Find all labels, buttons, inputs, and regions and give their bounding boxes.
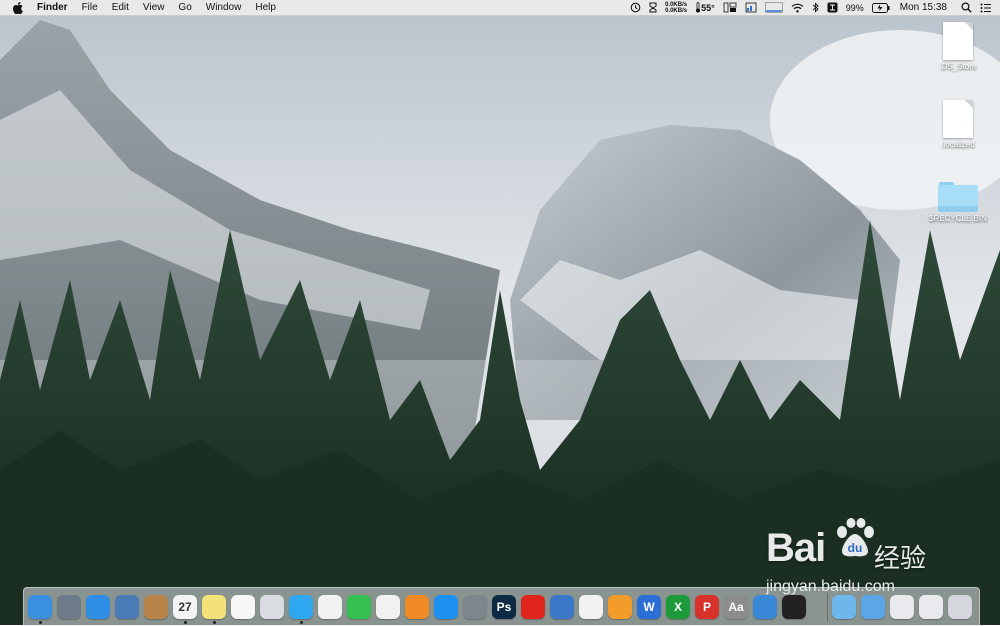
battery-percent[interactable]: 99%: [846, 0, 864, 15]
input-source-icon[interactable]: [827, 0, 838, 15]
contacts-icon[interactable]: [144, 595, 168, 619]
launchpad-icon[interactable]: [57, 595, 81, 619]
photo-booth-icon[interactable]: [260, 595, 284, 619]
ibooks-icon[interactable]: [405, 595, 429, 619]
baidu-paw-icon: du: [837, 518, 874, 557]
notes-icon[interactable]: [202, 595, 226, 619]
watermark-brand: Bai: [766, 526, 826, 570]
itunes-icon[interactable]: [376, 595, 400, 619]
dock-icon-glyph: W: [643, 600, 655, 614]
app-store-icon[interactable]: [434, 595, 458, 619]
photoshop-icon[interactable]: Ps: [492, 595, 516, 619]
menu-go[interactable]: Go: [171, 0, 198, 15]
disk-utility-icon[interactable]: [753, 595, 777, 619]
watermark-brand-suffix: 经验: [874, 543, 927, 573]
pages-icon[interactable]: [608, 595, 632, 619]
qq-icon[interactable]: [782, 595, 806, 619]
menu-clock[interactable]: Mon 15:38: [900, 0, 947, 15]
notification-center-icon[interactable]: [980, 0, 992, 15]
reminders-icon[interactable]: [231, 595, 255, 619]
running-indicator: [300, 621, 303, 624]
desktop-file-localized[interactable]: .localized: [918, 100, 998, 149]
photos-icon[interactable]: [318, 595, 342, 619]
wps-presentation-icon[interactable]: P: [695, 595, 719, 619]
running-indicator: [184, 621, 187, 624]
dock-icon-glyph: P: [702, 600, 711, 614]
preview-icon[interactable]: [115, 595, 139, 619]
menu-help[interactable]: Help: [248, 0, 283, 15]
facetime-icon[interactable]: [347, 595, 371, 619]
dock-icon-glyph: Ps: [496, 600, 512, 614]
messages-icon[interactable]: [289, 595, 313, 619]
spotlight-search-icon[interactable]: [961, 0, 972, 15]
menu-window[interactable]: Window: [199, 0, 249, 15]
dock-icon-glyph: X: [673, 600, 682, 614]
keynote-icon[interactable]: [550, 595, 574, 619]
time-machine-icon[interactable]: [630, 0, 641, 15]
menu-edit[interactable]: Edit: [105, 0, 136, 15]
network-speed-monitor[interactable]: 0.0KB/s 0.0KB/s: [665, 0, 687, 15]
desktop-folder-recycle-bin[interactable]: $RECYCLE.BIN: [918, 178, 998, 223]
dock: 27 Ps W X P Aa: [23, 587, 980, 626]
desktop-icon-label: .localized: [941, 140, 975, 149]
cpu-graph-icon[interactable]: [764, 0, 783, 15]
cpu-temperature[interactable]: 55°: [695, 0, 715, 15]
document-icon: [943, 22, 973, 60]
dock-icon-glyph: 27: [178, 600, 192, 614]
memory-monitor-icon[interactable]: [723, 0, 737, 15]
dictionary-icon[interactable]: Aa: [724, 595, 748, 619]
downloads-folder-icon[interactable]: [861, 595, 885, 619]
dock-separator: [827, 593, 828, 621]
screenshot-stack-icon[interactable]: [919, 595, 943, 619]
document-icon: [943, 100, 973, 138]
folder-icon: [938, 182, 978, 212]
running-indicator: [213, 621, 216, 624]
menu-view[interactable]: View: [136, 0, 172, 15]
app-menu-finder[interactable]: Finder: [35, 0, 75, 15]
menu-bar: Finder File Edit View Go Window Help 0.0…: [0, 0, 1000, 16]
running-indicator: [39, 621, 42, 624]
script-menu-icon[interactable]: [649, 0, 657, 15]
battery-charging-icon[interactable]: [871, 0, 890, 15]
numbers-icon[interactable]: [579, 595, 603, 619]
desktop-icon-label: .DS_Store: [939, 62, 977, 71]
desktop-file-ds-store[interactable]: .DS_Store: [918, 22, 998, 71]
dock-icon-glyph: Aa: [728, 600, 744, 614]
bluetooth-icon[interactable]: [812, 0, 819, 15]
documents-stack-icon[interactable]: [890, 595, 914, 619]
temperature-value: 55°: [701, 2, 715, 13]
safari-icon[interactable]: [86, 595, 110, 619]
finder-icon[interactable]: [28, 595, 52, 619]
applications-folder-icon[interactable]: [832, 595, 856, 619]
wps-writer-icon[interactable]: W: [637, 595, 661, 619]
baidu-jingyan-watermark: Bai du 经验 jingyan.baidu.com: [766, 518, 946, 598]
desktop-icon-label: $RECYCLE.BIN: [929, 214, 987, 223]
wps-spreadsheet-icon[interactable]: X: [666, 595, 690, 619]
svg-text:du: du: [848, 541, 863, 555]
disk-monitor-icon[interactable]: [745, 0, 757, 15]
net-download-speed: 0.0KB/s: [665, 7, 688, 14]
calendar-icon[interactable]: 27: [173, 595, 197, 619]
netease-music-icon[interactable]: [521, 595, 545, 619]
apple-logo-icon[interactable]: [12, 1, 24, 14]
wifi-icon[interactable]: [791, 0, 804, 15]
menu-file[interactable]: File: [75, 0, 105, 15]
trash-icon[interactable]: [948, 595, 972, 619]
system-preferences-icon[interactable]: [463, 595, 487, 619]
